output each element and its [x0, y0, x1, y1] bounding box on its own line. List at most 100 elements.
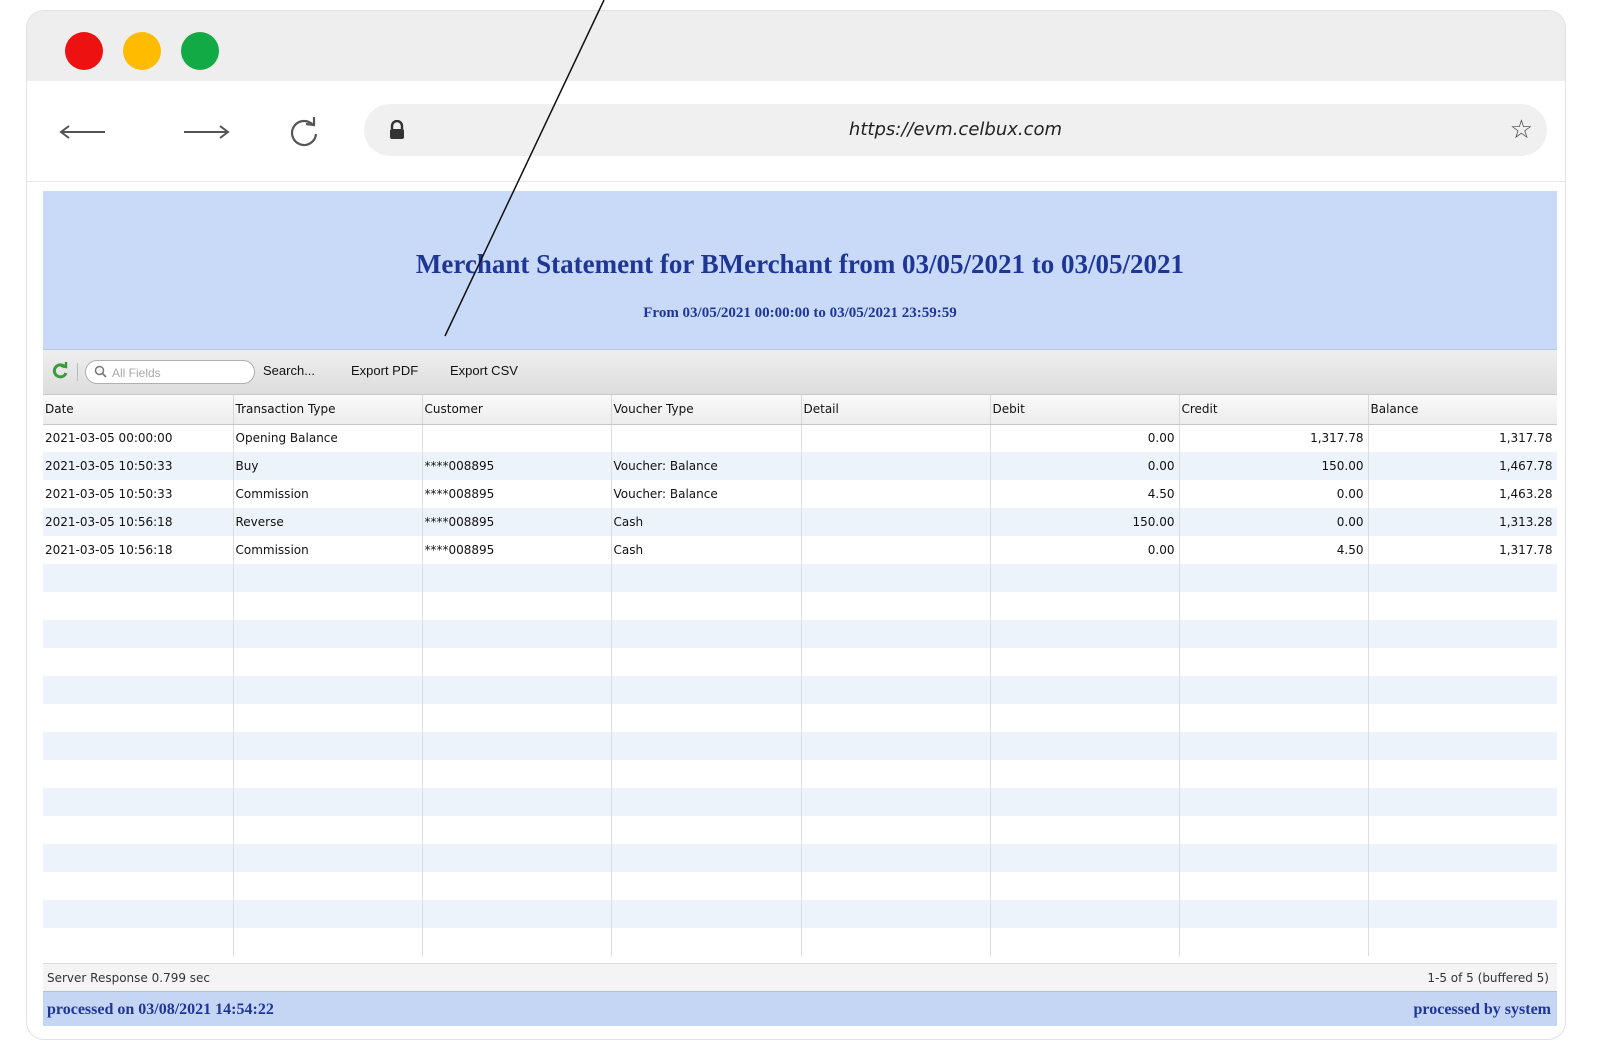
column-header-date[interactable]: Date — [43, 395, 234, 425]
empty-cell — [43, 592, 234, 620]
column-header-customer[interactable]: Customer — [422, 395, 612, 425]
cell-voucher-type: Cash — [611, 536, 802, 564]
cell-customer: ****008895 — [422, 508, 612, 536]
empty-cell — [611, 648, 802, 676]
empty-cell — [801, 648, 991, 676]
column-header-detail[interactable]: Detail — [801, 395, 991, 425]
column-header-debit[interactable]: Debit — [990, 395, 1180, 425]
empty-row — [43, 928, 1557, 956]
export-pdf-button[interactable]: Export PDF — [351, 363, 418, 378]
empty-cell — [611, 704, 802, 732]
empty-row — [43, 844, 1557, 872]
back-button[interactable] — [57, 117, 107, 147]
empty-cell — [233, 760, 423, 788]
reload-button[interactable] — [279, 117, 329, 147]
cell-customer: ****008895 — [422, 480, 612, 508]
cell-transaction-type: Opening Balance — [233, 424, 423, 452]
address-bar[interactable]: https://evm.celbux.com ☆ — [364, 104, 1547, 156]
column-header-balance[interactable]: Balance — [1368, 395, 1557, 425]
url-text[interactable]: https://evm.celbux.com — [364, 119, 1547, 140]
empty-cell — [611, 900, 802, 928]
empty-cell — [233, 816, 423, 844]
empty-cell — [43, 676, 234, 704]
empty-cell — [990, 928, 1180, 956]
empty-cell — [1368, 760, 1557, 788]
empty-cell — [990, 676, 1180, 704]
empty-cell — [233, 704, 423, 732]
empty-cell — [43, 788, 234, 816]
empty-cell — [422, 900, 612, 928]
cell-transaction-type: Commission — [233, 536, 423, 564]
empty-cell — [611, 592, 802, 620]
empty-cell — [801, 816, 991, 844]
minimize-window-button[interactable] — [123, 32, 161, 70]
close-window-button[interactable] — [65, 32, 103, 70]
cell-date: 2021-03-05 10:56:18 — [43, 536, 234, 564]
empty-row — [43, 760, 1557, 788]
cell-customer: ****008895 — [422, 536, 612, 564]
empty-cell — [1368, 928, 1557, 956]
empty-cell — [43, 564, 234, 592]
cell-debit: 4.50 — [990, 480, 1180, 508]
search-field[interactable] — [85, 360, 255, 384]
cell-credit: 0.00 — [1179, 508, 1369, 536]
empty-cell — [1179, 592, 1369, 620]
title-bar — [27, 11, 1565, 81]
table-body: 2021-03-05 00:00:00 Opening Balance 0.00… — [43, 424, 1557, 956]
cell-voucher-type: Voucher: Balance — [611, 452, 802, 480]
empty-cell — [43, 900, 234, 928]
empty-cell — [233, 900, 423, 928]
table-row[interactable]: 2021-03-05 10:50:33 Buy ****008895 Vouch… — [43, 452, 1557, 480]
empty-cell — [233, 648, 423, 676]
cell-date: 2021-03-05 10:50:33 — [43, 452, 234, 480]
cell-voucher-type: Cash — [611, 508, 802, 536]
page-title: Merchant Statement for BMerchant from 03… — [415, 249, 1185, 279]
empty-cell — [611, 760, 802, 788]
table-row[interactable]: 2021-03-05 10:56:18 Reverse ****008895 C… — [43, 508, 1557, 536]
arrow-left-icon — [59, 125, 105, 139]
export-csv-button[interactable]: Export CSV — [450, 363, 518, 378]
cell-credit: 1,317.78 — [1179, 424, 1369, 452]
empty-row — [43, 704, 1557, 732]
cell-detail — [801, 424, 991, 452]
empty-cell — [1368, 788, 1557, 816]
column-header-voucher-type[interactable]: Voucher Type — [611, 395, 802, 425]
statement-app: Merchant Statement for BMerchant from 03… — [43, 191, 1557, 1027]
empty-cell — [1368, 592, 1557, 620]
empty-row — [43, 732, 1557, 760]
browser-window: https://evm.celbux.com ☆ Merchant Statem… — [26, 10, 1566, 1040]
statement-table: Date Transaction Type Customer Voucher T… — [43, 395, 1557, 956]
empty-cell — [422, 676, 612, 704]
empty-cell — [233, 844, 423, 872]
column-header-credit[interactable]: Credit — [1179, 395, 1369, 425]
empty-cell — [1179, 900, 1369, 928]
search-input[interactable] — [110, 363, 250, 383]
table-row[interactable]: 2021-03-05 10:50:33 Commission ****00889… — [43, 480, 1557, 508]
empty-cell — [1368, 648, 1557, 676]
refresh-icon[interactable] — [51, 362, 69, 380]
empty-cell — [233, 564, 423, 592]
empty-cell — [990, 760, 1180, 788]
empty-cell — [990, 900, 1180, 928]
empty-cell — [43, 760, 234, 788]
search-button[interactable]: Search... — [263, 363, 315, 378]
maximize-window-button[interactable] — [181, 32, 219, 70]
empty-cell — [43, 732, 234, 760]
empty-cell — [233, 872, 423, 900]
cell-balance: 1,317.78 — [1368, 424, 1557, 452]
forward-button[interactable] — [182, 117, 232, 147]
empty-row — [43, 788, 1557, 816]
empty-cell — [422, 732, 612, 760]
processed-on-text: processed on 03/08/2021 14:54:22 — [47, 1001, 274, 1018]
empty-cell — [990, 592, 1180, 620]
empty-cell — [611, 844, 802, 872]
column-header-transaction-type[interactable]: Transaction Type — [233, 395, 423, 425]
search-icon — [94, 365, 107, 378]
table-row[interactable]: 2021-03-05 10:56:18 Commission ****00889… — [43, 536, 1557, 564]
empty-cell — [611, 816, 802, 844]
star-icon[interactable]: ☆ — [1510, 114, 1533, 145]
empty-cell — [422, 760, 612, 788]
table-row[interactable]: 2021-03-05 00:00:00 Opening Balance 0.00… — [43, 424, 1557, 452]
empty-row — [43, 564, 1557, 592]
cell-debit: 0.00 — [990, 452, 1180, 480]
